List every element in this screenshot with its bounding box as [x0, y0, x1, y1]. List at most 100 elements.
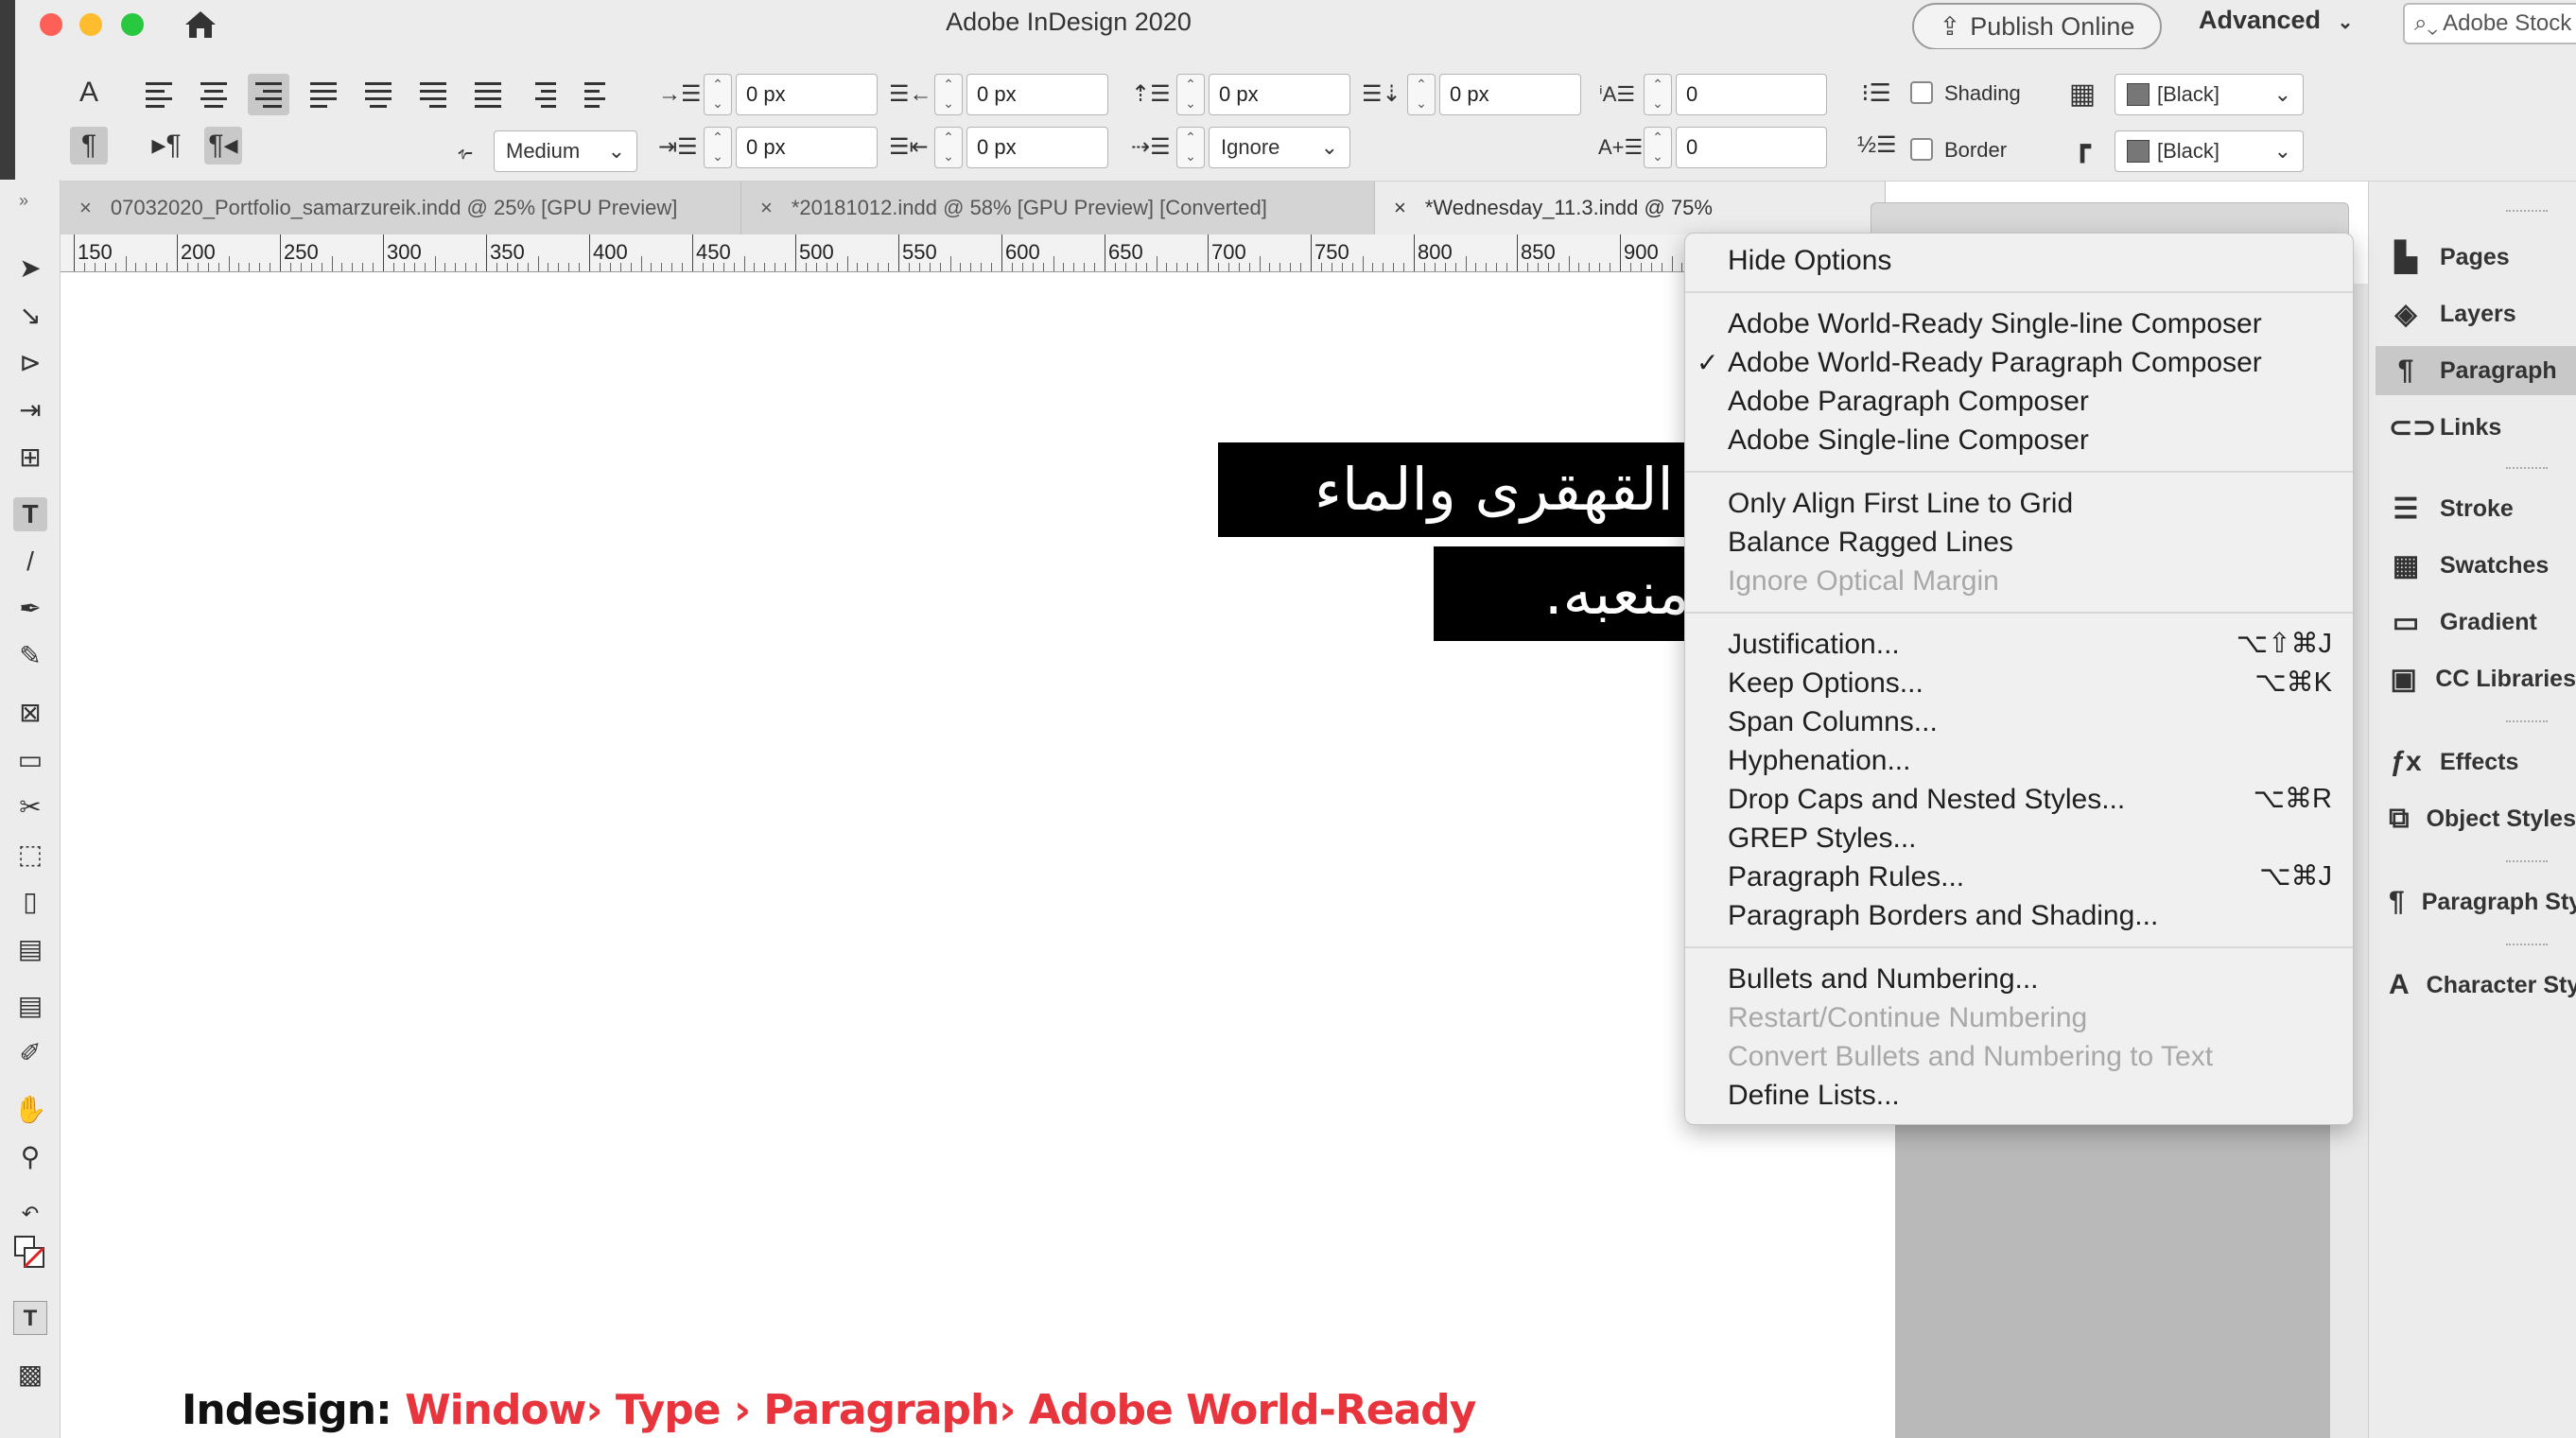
menu-item[interactable]: Define Lists...: [1685, 1076, 2353, 1115]
left-indent-field[interactable]: 0 px: [736, 74, 878, 115]
formatting-affects-text-icon[interactable]: T: [13, 1301, 47, 1335]
shading-checkbox[interactable]: [1910, 81, 1933, 104]
dock-item-paragraph[interactable]: ¶ Paragraph: [2376, 346, 2576, 395]
align-right-icon[interactable]: [248, 74, 289, 115]
dock-item-paragraph-styles[interactable]: ¶ Paragraph Styles: [2376, 877, 2576, 927]
paragraph-formatting-icon[interactable]: ¶: [70, 127, 108, 165]
align-towards-spine-icon[interactable]: [522, 74, 564, 115]
menu-item[interactable]: ✓ Adobe World-Ready Paragraph Composer: [1685, 343, 2353, 382]
menu-item[interactable]: Balance Ragged Lines: [1685, 523, 2353, 562]
grid-alignment-dropdown[interactable]: Ignore ⌄: [1209, 127, 1350, 168]
dock-item-pages[interactable]: ▙ Pages: [2376, 233, 2576, 282]
bulleted-list-icon[interactable]: ⁝☰: [1857, 74, 1895, 112]
rectangle-tool-icon[interactable]: ▭: [13, 743, 47, 777]
free-transform-tool-icon[interactable]: ⬚: [13, 838, 47, 872]
menu-item[interactable]: Paragraph Rules... ⌥⌘J: [1685, 858, 2353, 896]
right-indent-stepper[interactable]: ⌃ ⌄: [934, 74, 963, 115]
workspace-switcher[interactable]: Advanced ⌄: [2199, 6, 2353, 35]
dock-item-stroke[interactable]: ☰ Stroke: [2376, 484, 2576, 533]
dock-item-object-styles[interactable]: ⧉ Object Styles: [2376, 794, 2576, 843]
drop-cap-lines-field[interactable]: 0: [1676, 74, 1827, 115]
border-color-dropdown[interactable]: [Black] ⌄: [2115, 130, 2304, 172]
drop-cap-characters-stepper[interactable]: ⌃ ⌄: [1644, 127, 1672, 168]
close-tab-icon[interactable]: ×: [79, 196, 92, 220]
justify-right-icon[interactable]: [412, 74, 454, 115]
space-after-stepper[interactable]: ⌃ ⌄: [1407, 74, 1436, 115]
menu-item[interactable]: Drop Caps and Nested Styles... ⌥⌘R: [1685, 780, 2353, 819]
space-before-field[interactable]: 0 px: [1209, 74, 1350, 115]
menu-item[interactable]: Hide Options: [1685, 241, 2353, 280]
justify-left-icon[interactable]: [303, 74, 344, 115]
dock-item-links[interactable]: ⊂⊃ Links: [2376, 403, 2576, 452]
align-center-icon[interactable]: [193, 74, 235, 115]
dock-group-grip[interactable]: [2506, 860, 2548, 864]
document-tab[interactable]: × 07032020_Portfolio_samarzureik.indd @ …: [61, 182, 741, 234]
dock-item-gradient[interactable]: ▭ Gradient: [2376, 598, 2576, 647]
note-tool-icon[interactable]: ▤: [13, 989, 47, 1023]
line-tool-icon[interactable]: /: [13, 545, 47, 579]
type-tool-icon[interactable]: T: [13, 497, 47, 531]
view-mode-icon[interactable]: ▩: [13, 1358, 47, 1392]
menu-item[interactable]: Bullets and Numbering...: [1685, 960, 2353, 998]
space-after-field[interactable]: 0 px: [1439, 74, 1581, 115]
page-tool-icon[interactable]: ⊳: [13, 346, 47, 380]
menu-item[interactable]: GREP Styles...: [1685, 819, 2353, 858]
border-corner-icon[interactable]: ┏: [2063, 129, 2101, 166]
right-indent-field[interactable]: 0 px: [966, 74, 1108, 115]
space-before-stepper[interactable]: ⌃ ⌄: [1176, 74, 1205, 115]
pencil-tool-icon[interactable]: ✎: [13, 639, 47, 673]
border-checkbox[interactable]: [1910, 138, 1933, 161]
dock-item-swatches[interactable]: ▦ Swatches: [2376, 541, 2576, 590]
menu-item[interactable]: Justification... ⌥⇧⌘J: [1685, 625, 2353, 664]
justify-all-icon[interactable]: [467, 74, 509, 115]
pen-tool-icon[interactable]: ✒: [13, 592, 47, 626]
hand-tool-icon[interactable]: ✋: [13, 1093, 47, 1127]
close-tab-icon[interactable]: ×: [760, 196, 773, 220]
align-away-from-spine-icon[interactable]: [577, 74, 618, 115]
swap-fill-stroke-icon[interactable]: ↶: [13, 1197, 47, 1231]
align-left-icon[interactable]: [138, 74, 180, 115]
justify-center-icon[interactable]: [357, 74, 399, 115]
document-canvas[interactable]: انه الريح لا ترجع القهقرى والماء لا يعود…: [61, 272, 2086, 1438]
content-collector-icon[interactable]: ⊞: [13, 441, 47, 475]
ignore-stepper[interactable]: ⌃ ⌄: [1176, 127, 1205, 168]
scissors-tool-icon[interactable]: ✂: [13, 790, 47, 824]
adobe-stock-search[interactable]: ⌕⌄ Adobe Stock: [2403, 3, 2576, 44]
drop-cap-lines-stepper[interactable]: ⌃ ⌄: [1644, 74, 1672, 115]
eyedropper-tool-icon[interactable]: ✐: [13, 1036, 47, 1070]
menu-item[interactable]: Adobe Single-line Composer: [1685, 421, 2353, 459]
character-formatting-icon[interactable]: A: [70, 74, 108, 112]
left-indent-stepper[interactable]: ⌃ ⌄: [704, 74, 732, 115]
menu-item[interactable]: Paragraph Borders and Shading...: [1685, 896, 2353, 935]
document-tab-active[interactable]: × *Wednesday_11.3.indd @ 75%: [1375, 182, 1886, 234]
right-to-left-paragraph-icon[interactable]: ¶◂: [204, 127, 242, 165]
menu-item[interactable]: Hyphenation...: [1685, 741, 2353, 780]
zoom-tool-icon[interactable]: ⚲: [13, 1140, 47, 1174]
dock-group-grip[interactable]: [2506, 944, 2548, 947]
dock-item-character-styles[interactable]: A Character Styles: [2376, 961, 2576, 1010]
menu-item[interactable]: Only Align First Line to Grid: [1685, 484, 2353, 523]
collapse-toolbar-icon[interactable]: »: [19, 191, 28, 211]
kashida-dropdown[interactable]: Medium ⌄: [494, 130, 637, 172]
last-line-indent-stepper[interactable]: ⌃ ⌄: [934, 127, 963, 168]
selection-tool-icon[interactable]: ➤: [13, 251, 47, 286]
gap-tool-icon[interactable]: ⇥: [13, 393, 47, 427]
gradient-swatch-tool-icon[interactable]: ▯: [13, 885, 47, 919]
dock-item-layers[interactable]: ◈ Layers: [2376, 289, 2576, 338]
dock-group-grip[interactable]: [2506, 720, 2548, 724]
dock-group-grip[interactable]: [2506, 467, 2548, 471]
direct-selection-tool-icon[interactable]: ↘: [13, 299, 47, 333]
dock-item-effects[interactable]: ƒx Effects: [2376, 737, 2576, 787]
menu-item[interactable]: Keep Options... ⌥⌘K: [1685, 664, 2353, 702]
drop-cap-characters-field[interactable]: 0: [1676, 127, 1827, 168]
menu-item[interactable]: Adobe Paragraph Composer: [1685, 382, 2353, 421]
left-to-right-paragraph-icon[interactable]: ▸¶: [148, 127, 185, 165]
rectangle-frame-tool-icon[interactable]: ⊠: [13, 696, 47, 730]
close-tab-icon[interactable]: ×: [1394, 196, 1406, 220]
numbered-list-icon[interactable]: ½☰: [1857, 127, 1897, 165]
publish-online-button[interactable]: ⇪ Publish Online: [1912, 3, 2162, 50]
menu-item[interactable]: Span Columns...: [1685, 702, 2353, 741]
fill-stroke-icon[interactable]: [13, 1235, 47, 1269]
shading-color-dropdown[interactable]: [Black] ⌄: [2115, 74, 2304, 115]
gradient-feather-tool-icon[interactable]: ▤: [13, 932, 47, 966]
